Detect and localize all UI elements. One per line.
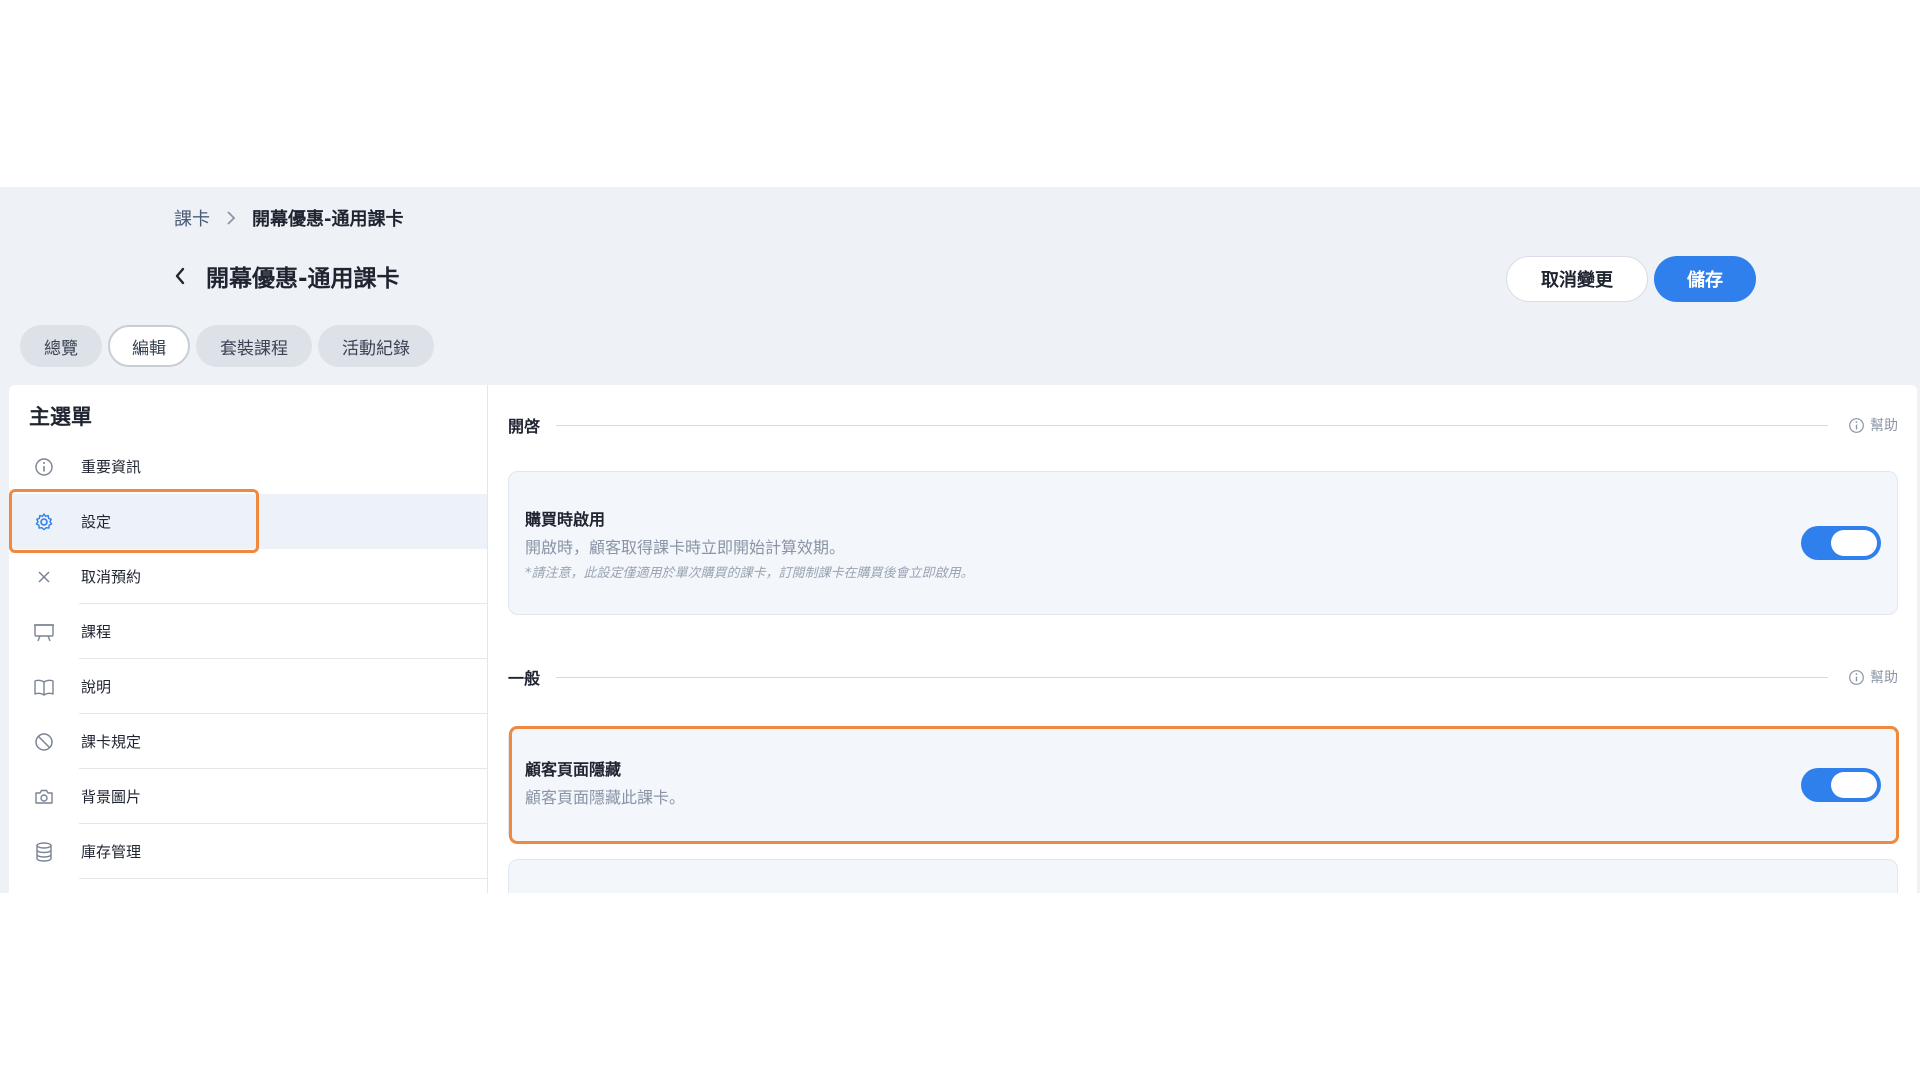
camera-icon xyxy=(33,786,55,808)
tab-package-courses[interactable]: 套裝課程 xyxy=(196,325,312,367)
setting-description: 顧客頁面隱藏此課卡。 xyxy=(525,788,686,807)
setting-card-activate-on-purchase: 購買時啟用 開啟時，顧客取得課卡時立即開始計算效期。 *請注意，此設定僅適用於單… xyxy=(508,471,1898,615)
section-divider xyxy=(556,424,1828,426)
sidebar-item-card-rules[interactable]: 課卡規定 xyxy=(9,714,487,769)
page-title: 開幕優惠-通用課卡 xyxy=(206,266,400,292)
sidebar-item-inventory[interactable]: 庫存管理 xyxy=(9,824,487,879)
sidebar-item-label: 課程 xyxy=(81,623,112,641)
help-label: 幫助 xyxy=(1870,670,1898,686)
setting-card-next xyxy=(508,859,1898,893)
sidebar-item-label: 取消預約 xyxy=(81,568,142,586)
setting-title: 購買時啟用 xyxy=(525,510,606,529)
info-icon xyxy=(1849,417,1864,433)
setting-note: *請注意，此設定僅適用於單次購買的課卡，訂閱制課卡在購買後會立即啟用。 xyxy=(525,566,974,581)
sidebar-item-label: 重要資訊 xyxy=(81,458,142,476)
ban-icon xyxy=(33,731,55,753)
section-title: 開啓 xyxy=(508,417,541,436)
tab-activity-log[interactable]: 活動紀錄 xyxy=(318,325,434,367)
setting-card-hide-from-customer: 顧客頁面隱藏 顧客頁面隱藏此課卡。 xyxy=(508,727,1898,843)
help-link[interactable]: 幫助 xyxy=(1848,415,1898,435)
sidebar: 主選單 重要資訊 設定 取消預約 課程 說明 課卡規定 背景圖片 庫存管理 xyxy=(9,385,487,893)
sidebar-item-settings[interactable]: 設定 xyxy=(9,494,487,549)
activate-on-purchase-toggle[interactable] xyxy=(1801,526,1881,560)
sidebar-item-label: 設定 xyxy=(81,513,112,531)
info-icon xyxy=(33,456,55,478)
close-icon xyxy=(33,566,55,588)
sidebar-item-label: 背景圖片 xyxy=(81,788,142,806)
save-button[interactable]: 儲存 xyxy=(1654,256,1756,302)
sidebar-item-background-image[interactable]: 背景圖片 xyxy=(9,769,487,824)
title-row: 開幕優惠-通用課卡 xyxy=(168,259,400,293)
database-icon xyxy=(33,841,55,863)
gear-icon xyxy=(33,511,55,533)
sidebar-menu: 重要資訊 設定 取消預約 課程 說明 課卡規定 背景圖片 庫存管理 xyxy=(9,439,487,879)
sidebar-item-label: 課卡規定 xyxy=(81,733,142,751)
breadcrumb: 課卡 開幕優惠-通用課卡 xyxy=(174,205,403,231)
setting-title: 顧客頁面隱藏 xyxy=(525,760,622,779)
toggle-knob xyxy=(1831,530,1877,556)
chevron-right-icon xyxy=(226,210,236,226)
breadcrumb-parent-link[interactable]: 課卡 xyxy=(174,205,210,231)
tab-edit[interactable]: 編輯 xyxy=(108,325,190,367)
sidebar-title: 主選單 xyxy=(29,405,92,429)
hide-from-customer-toggle[interactable] xyxy=(1801,768,1881,802)
app-window: 課卡 開幕優惠-通用課卡 開幕優惠-通用課卡 取消變更 儲存 總覽 編輯 套裝課… xyxy=(0,187,1920,893)
info-icon xyxy=(1849,669,1864,685)
toggle-knob xyxy=(1831,772,1877,798)
sidebar-item-label: 庫存管理 xyxy=(81,843,142,861)
setting-description: 開啟時，顧客取得課卡時立即開始計算效期。 xyxy=(525,538,846,557)
sidebar-item-label: 說明 xyxy=(81,678,112,696)
section-header-general: 一般 幫助 xyxy=(508,665,1898,689)
tab-bar: 總覽 編輯 套裝課程 活動紀錄 xyxy=(20,325,434,367)
sidebar-item-courses[interactable]: 課程 xyxy=(9,604,487,659)
help-label: 幫助 xyxy=(1870,418,1898,434)
presentation-icon xyxy=(33,621,55,643)
section-divider xyxy=(556,676,1828,678)
breadcrumb-current: 開幕優惠-通用課卡 xyxy=(252,209,404,230)
cancel-changes-button[interactable]: 取消變更 xyxy=(1506,256,1648,302)
tab-overview[interactable]: 總覽 xyxy=(20,325,102,367)
book-icon xyxy=(33,676,55,698)
section-title: 一般 xyxy=(508,669,541,688)
sidebar-item-description[interactable]: 說明 xyxy=(9,659,487,714)
settings-panel: 開啓 幫助 購買時啟用 開啟時，顧客取得課卡時立即開始計算效期。 *請注意，此設… xyxy=(487,385,1917,893)
sidebar-item-important-info[interactable]: 重要資訊 xyxy=(9,439,487,494)
back-arrow-icon[interactable] xyxy=(168,262,192,290)
sidebar-item-cancel-booking[interactable]: 取消預約 xyxy=(9,549,487,604)
help-link[interactable]: 幫助 xyxy=(1848,667,1898,687)
section-header-enable: 開啓 幫助 xyxy=(508,413,1898,437)
